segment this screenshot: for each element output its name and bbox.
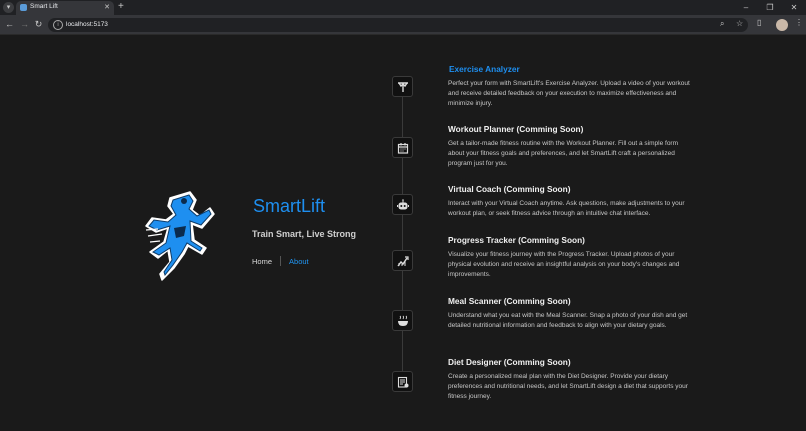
timeline-icon-workout[interactable] — [392, 137, 413, 158]
site-info-icon[interactable]: i — [53, 20, 63, 30]
feature-title[interactable]: Diet Designer (Comming Soon) — [448, 357, 693, 367]
browser-tab-bar: ▾ Smart Lift ✕ + – ❐ ✕ — [0, 0, 806, 15]
feature-description: Interact with your Virtual Coach anytime… — [448, 200, 685, 217]
nav-divider — [280, 256, 282, 266]
back-icon[interactable]: ← — [3, 18, 16, 31]
url-text: localhost:5173 — [66, 21, 108, 28]
feature-diet-designer: Diet Designer (Comming Soon) Create a pe… — [448, 357, 693, 402]
feature-title[interactable]: Progress Tracker (Comming Soon) — [448, 235, 693, 245]
feature-title[interactable]: Virtual Coach (Comming Soon) — [448, 184, 693, 194]
diet-list-icon — [397, 376, 409, 388]
feature-description: Create a personalized meal plan with the… — [448, 373, 688, 400]
nav-home-link[interactable]: Home — [252, 257, 272, 266]
feature-virtual-coach: Virtual Coach (Comming Soon) Interact wi… — [448, 184, 693, 219]
profile-avatar[interactable] — [776, 19, 788, 31]
feature-title[interactable]: Exercise Analyzer — [448, 64, 693, 74]
tagline: Train Smart, Live Strong — [252, 229, 357, 239]
progress-icon — [397, 256, 409, 267]
timeline-icon-diet[interactable] — [392, 371, 413, 392]
timeline-icon-coach[interactable] — [392, 194, 413, 215]
forward-icon[interactable]: → — [18, 18, 31, 31]
extensions-icon[interactable]: ▯ — [757, 18, 761, 27]
new-tab-icon[interactable]: + — [118, 1, 124, 12]
address-bar[interactable]: i localhost:5173 ⌕ ☆ — [48, 18, 748, 32]
zoom-icon[interactable]: ⌕ — [720, 19, 724, 29]
feature-description: Perfect your form with SmartLift's Exerc… — [448, 80, 690, 107]
nav-about-link[interactable]: About — [289, 257, 309, 266]
main-nav: Home About — [252, 256, 309, 266]
feature-workout-planner: Workout Planner (Comming Soon) Get a tai… — [448, 124, 693, 169]
tab-list-icon[interactable]: ▾ — [3, 2, 14, 13]
minimize-icon[interactable]: – — [734, 0, 758, 15]
browser-tab[interactable]: Smart Lift ✕ — [16, 1, 114, 15]
feature-description: Understand what you eat with the Meal Sc… — [448, 312, 688, 329]
page-content: SmartLift Train Smart, Live Strong Home … — [0, 36, 806, 431]
bookmark-star-icon[interactable]: ☆ — [736, 19, 743, 28]
favicon-icon — [20, 4, 27, 11]
reload-icon[interactable]: ↻ — [32, 18, 45, 31]
timeline-icon-meal[interactable] — [392, 310, 413, 331]
meal-icon — [398, 315, 408, 326]
tab-title: Smart Lift — [30, 3, 58, 10]
feature-exercise-analyzer: Exercise Analyzer Perfect your form with… — [448, 64, 693, 109]
browser-toolbar: ← → ↻ i localhost:5173 ⌕ ☆ ▯ ⋮ — [0, 15, 806, 35]
calendar-icon — [397, 143, 409, 154]
feature-description: Get a tailor-made fitness routine with t… — [448, 140, 679, 167]
feature-title[interactable]: Workout Planner (Comming Soon) — [448, 124, 693, 134]
timeline-icon-exercise[interactable] — [392, 76, 413, 97]
feature-title[interactable]: Meal Scanner (Comming Soon) — [448, 296, 693, 306]
window-controls: – ❐ ✕ — [734, 0, 806, 15]
dumbbell-icon — [398, 82, 408, 92]
timeline-icon-progress[interactable] — [392, 250, 413, 271]
menu-icon[interactable]: ⋮ — [795, 18, 803, 27]
maximize-icon[interactable]: ❐ — [758, 0, 782, 15]
close-tab-icon[interactable]: ✕ — [104, 3, 110, 11]
feature-meal-scanner: Meal Scanner (Comming Soon) Understand w… — [448, 296, 693, 331]
timeline-line — [402, 84, 403, 384]
smartlift-logo — [145, 191, 215, 281]
feature-progress-tracker: Progress Tracker (Comming Soon) Visualiz… — [448, 235, 693, 280]
brand-title: SmartLift — [253, 196, 326, 216]
robot-icon — [397, 199, 409, 210]
feature-description: Visualize your fitness journey with the … — [448, 251, 680, 278]
close-window-icon[interactable]: ✕ — [782, 0, 806, 15]
